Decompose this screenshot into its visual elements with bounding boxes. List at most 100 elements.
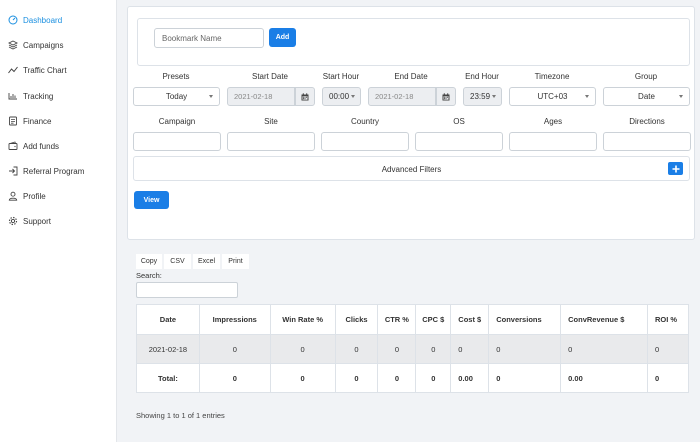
timezone-select[interactable]: UTC+03 [509, 87, 596, 106]
start-date-calendar-button[interactable] [295, 87, 315, 106]
directions-label: Directions [629, 117, 665, 126]
column-header-win-rate[interactable]: Win Rate % [269, 304, 336, 335]
total-cpc: 0 [415, 363, 452, 393]
start-hour-value: 00:00 [329, 92, 350, 101]
column-header-clicks[interactable]: Clicks [334, 304, 379, 335]
tracking-icon [8, 91, 18, 101]
cell-roi: 0 [647, 334, 689, 364]
csv-button[interactable]: CSV [164, 254, 191, 269]
total-impressions: 0 [198, 363, 271, 393]
site-input[interactable] [227, 132, 315, 151]
gear-icon [8, 216, 18, 226]
sidebar-item-referral-program[interactable]: Referral Program [8, 164, 84, 178]
presets-label: Presets [162, 72, 190, 81]
column-header-ctr[interactable]: CTR % [377, 304, 417, 335]
stats-table: Date Impressions Win Rate % Clicks CTR %… [136, 304, 689, 393]
calendar-icon [301, 92, 309, 100]
total-label: Total: [136, 363, 200, 393]
sidebar-item-label: Traffic Chart [23, 65, 67, 75]
search-label: Search: [136, 271, 162, 280]
column-header-impressions[interactable]: Impressions [198, 304, 271, 335]
copy-button[interactable]: Copy [136, 254, 162, 269]
column-header-date[interactable]: Date [136, 304, 200, 335]
cell-clicks: 0 [334, 334, 379, 364]
timezone-value: UTC+03 [537, 92, 568, 101]
group-label: Group [634, 72, 658, 81]
chevron-down-icon [351, 95, 355, 98]
layers-icon [8, 40, 18, 50]
calendar-icon [442, 92, 450, 100]
sidebar-item-support[interactable]: Support [8, 214, 51, 228]
end-date-input[interactable]: 2021-02-18 [368, 87, 436, 106]
os-input[interactable] [415, 132, 503, 151]
total-roi: 0 [647, 363, 689, 393]
column-header-roi[interactable]: ROI % [647, 304, 689, 335]
sidebar-item-label: Support [23, 216, 52, 226]
total-win-rate: 0 [269, 363, 336, 393]
cell-date: 2021-02-18 [136, 334, 200, 364]
dashboard-icon [8, 15, 18, 25]
total-clicks: 0 [334, 363, 379, 393]
column-header-cost[interactable]: Cost $ [450, 304, 490, 335]
sidebar-item-traffic-chart[interactable]: Traffic Chart [8, 63, 67, 77]
chevron-down-icon [209, 95, 213, 98]
cell-impressions: 0 [198, 334, 271, 364]
entries-info: Showing 1 to 1 of 1 entries [136, 411, 225, 420]
excel-button[interactable]: Excel [193, 254, 220, 269]
sidebar-item-label: Referral Program [23, 166, 85, 176]
sidebar-item-campaigns[interactable]: Campaigns [8, 38, 63, 52]
search-input[interactable] [136, 282, 238, 298]
column-header-cpc[interactable]: CPC $ [415, 304, 452, 335]
sidebar-item-tracking[interactable]: Tracking [8, 89, 53, 103]
print-button[interactable]: Print [222, 254, 249, 269]
sidebar-item-label: Tracking [23, 91, 54, 101]
add-bookmark-button[interactable]: Add [269, 28, 296, 47]
wallet-icon [8, 141, 18, 151]
cell-win-rate: 0 [269, 334, 336, 364]
advanced-filters-toggle[interactable]: Advanced Filters [133, 156, 690, 181]
cell-cost: 0 [450, 334, 490, 364]
chevron-down-icon [585, 95, 589, 98]
presets-select[interactable]: Today [133, 87, 220, 106]
end-hour-label: End Hour [465, 72, 499, 81]
site-label: Site [264, 117, 278, 126]
end-hour-value: 23:59 [470, 92, 491, 101]
campaign-input[interactable] [133, 132, 221, 151]
finance-icon [8, 116, 18, 126]
sidebar-item-label: Campaigns [23, 40, 64, 50]
sidebar-item-add-funds[interactable]: Add funds [8, 139, 59, 153]
os-label: OS [453, 117, 465, 126]
advanced-filters-label: Advanced Filters [381, 165, 442, 174]
sidebar-item-profile[interactable]: Profile [8, 189, 46, 203]
column-header-conv-revenue[interactable]: ConvRevenue $ [560, 304, 649, 335]
plus-icon [672, 165, 679, 172]
bookmark-box: Add [137, 18, 690, 66]
table-total-row: Total: 0 0 0 0 0 0.00 0 0.00 0 [136, 363, 689, 393]
cell-conv-revenue: 0 [560, 334, 649, 364]
campaign-label: Campaign [158, 117, 196, 126]
column-header-conversions[interactable]: Conversions [488, 304, 562, 335]
start-hour-select[interactable]: 00:00 [322, 87, 361, 106]
directions-input[interactable] [603, 132, 691, 151]
sidebar-item-label: Dashboard [23, 15, 63, 25]
ages-label: Ages [543, 117, 563, 126]
user-icon [8, 191, 18, 201]
end-date-calendar-button[interactable] [436, 87, 456, 106]
presets-value: Today [165, 92, 188, 101]
end-date-label: End Date [394, 72, 428, 81]
start-date-input[interactable]: 2021-02-18 [227, 87, 295, 106]
country-input[interactable] [321, 132, 409, 151]
group-select[interactable]: Date [603, 87, 690, 106]
cell-conversions: 0 [488, 334, 562, 364]
sidebar-item-label: Add funds [23, 141, 60, 151]
sidebar-item-dashboard[interactable]: Dashboard [8, 13, 62, 27]
login-icon [8, 166, 18, 176]
end-hour-select[interactable]: 23:59 [463, 87, 502, 106]
ages-input[interactable] [509, 132, 597, 151]
sidebar-item-finance[interactable]: Finance [8, 114, 51, 128]
view-button[interactable]: View [134, 191, 169, 209]
chevron-down-icon [492, 95, 496, 98]
expand-advanced-filters-button[interactable] [668, 162, 683, 175]
table-row: 2021-02-18 0 0 0 0 0 0 0 0 0 [136, 334, 689, 364]
bookmark-name-input[interactable] [154, 28, 264, 48]
